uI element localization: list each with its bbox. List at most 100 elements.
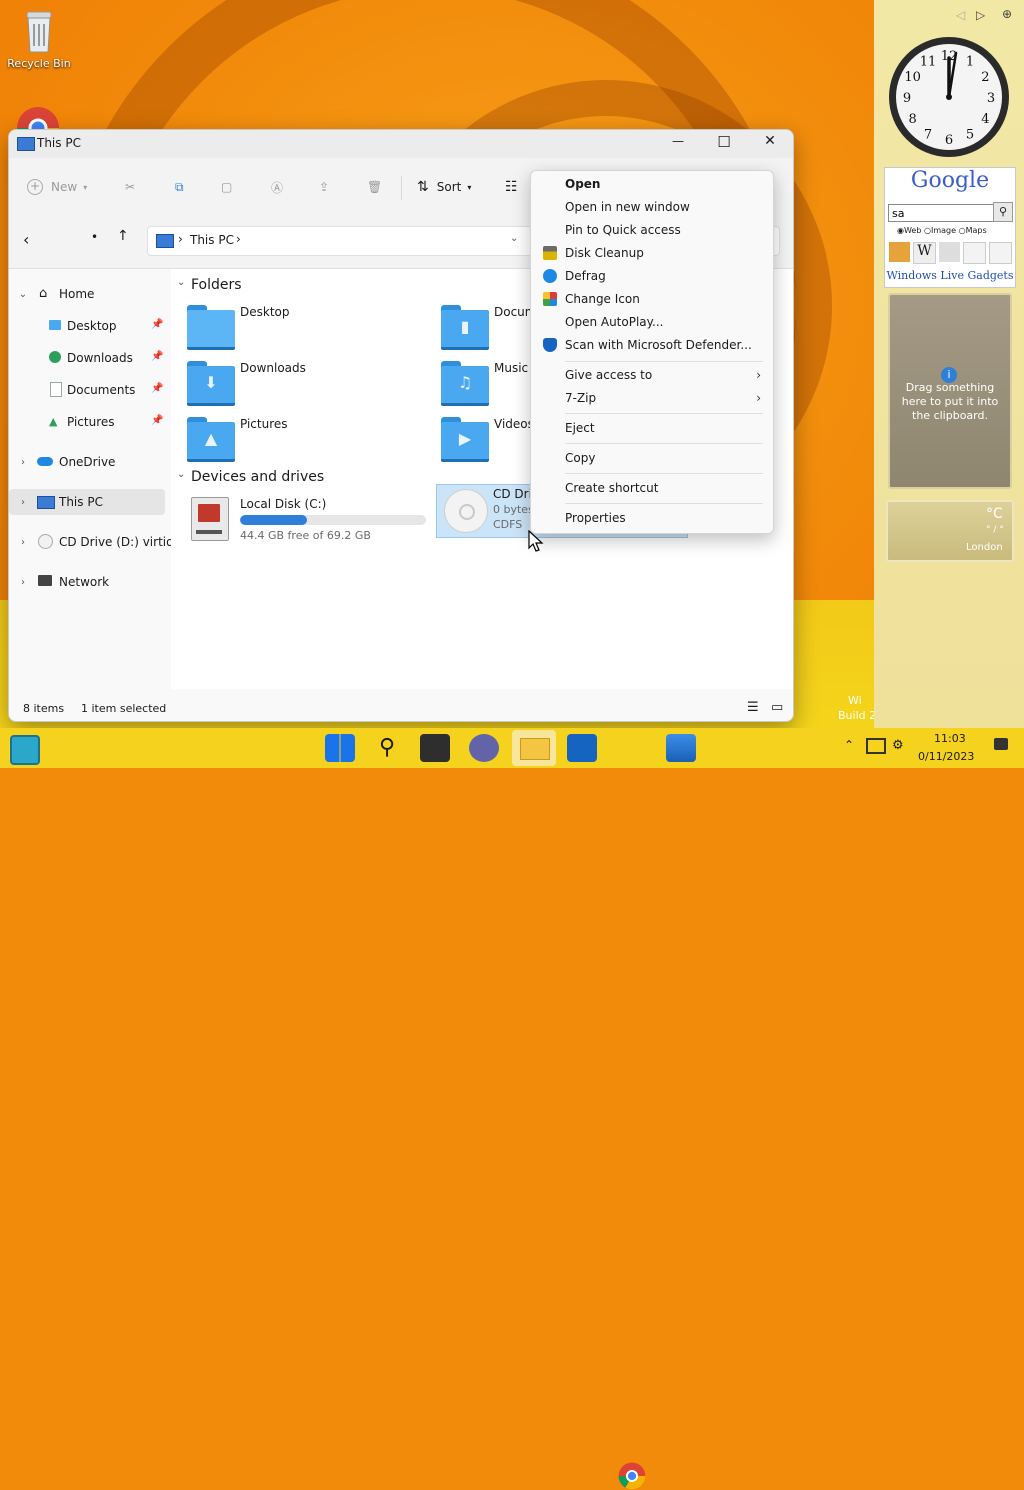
tiles-view-icon[interactable]: ▭: [771, 700, 783, 715]
menu-item-eject[interactable]: Eject: [535, 417, 769, 439]
clock-time[interactable]: 11:03: [934, 732, 966, 745]
nav-item-network[interactable]: › Network: [9, 569, 165, 595]
radio-image[interactable]: ○: [924, 226, 931, 235]
photos-icon[interactable]: [666, 734, 696, 762]
menu-item-copy[interactable]: Copy: [535, 447, 769, 469]
maximize-button[interactable]: ☐: [713, 133, 735, 151]
start-widget-icon[interactable]: [10, 735, 40, 765]
teams-chat-icon[interactable]: [469, 734, 499, 762]
menu-item-open[interactable]: Open: [535, 173, 769, 195]
amazon-icon[interactable]: [963, 242, 986, 264]
task-view-icon[interactable]: [420, 734, 450, 762]
menu-label: Scan with Microsoft Defender...: [565, 338, 752, 352]
nav-item-onedrive[interactable]: › OneDrive: [9, 449, 165, 475]
menu-item-defrag[interactable]: Defrag: [535, 265, 769, 287]
pin-icon[interactable]: 📌: [151, 319, 163, 330]
close-button[interactable]: ✕: [759, 133, 781, 149]
menu-item-7zip[interactable]: 7-Zip ›: [535, 387, 769, 409]
chrome-taskbar-icon[interactable]: [618, 1462, 646, 1490]
forward-dot-icon[interactable]: •: [91, 230, 98, 244]
address-bar[interactable]: › This PC › ⌄: [147, 226, 533, 256]
details-view-icon[interactable]: ☰: [747, 700, 759, 715]
sort-button[interactable]: ⇅ Sort ▾: [417, 158, 471, 216]
new-button[interactable]: + New ▾: [27, 158, 87, 216]
google-search-input[interactable]: [888, 204, 994, 222]
rename-icon[interactable]: Ⓐ: [271, 158, 283, 216]
search-icon[interactable]: ⚲: [372, 734, 402, 762]
menu-item-properties[interactable]: Properties: [535, 507, 769, 529]
windows-start-icon[interactable]: [325, 734, 355, 762]
pin-icon[interactable]: 📌: [151, 415, 163, 426]
new-label: New: [51, 180, 78, 194]
menu-item-create-shortcut[interactable]: Create shortcut: [535, 477, 769, 499]
copy-icon[interactable]: ⧉: [175, 158, 184, 216]
menu-item-change-icon[interactable]: Change Icon: [535, 288, 769, 310]
wikipedia-icon[interactable]: W: [913, 242, 936, 264]
cd-disc-icon: [444, 489, 488, 533]
share-icon[interactable]: ⇪: [319, 158, 329, 216]
search-icon[interactable]: ⚲: [993, 202, 1013, 222]
paste-icon[interactable]: ▢: [221, 158, 232, 216]
notifications-icon[interactable]: [994, 738, 1008, 750]
youtube-icon[interactable]: [939, 242, 960, 262]
folder-tile-desktop[interactable]: Desktop: [185, 303, 425, 353]
prev-page-icon[interactable]: ◁: [956, 8, 965, 22]
clock-numeral: 2: [981, 70, 989, 85]
radio-web[interactable]: ◉: [897, 226, 904, 235]
folder-tile-downloads[interactable]: ⬇ Downloads: [185, 359, 425, 409]
cut-icon[interactable]: ✂: [125, 158, 135, 216]
nav-label: Desktop: [67, 319, 117, 333]
settings-gear-icon[interactable]: ⚙: [892, 738, 904, 753]
menu-item-open-autoplay[interactable]: Open AutoPlay...: [535, 311, 769, 333]
view-icon[interactable]: ☷: [505, 158, 518, 216]
nav-label: OneDrive: [59, 455, 116, 469]
chevron-up-icon[interactable]: ⌃: [844, 738, 854, 752]
network-status-icon[interactable]: [866, 738, 886, 754]
menu-item-scan-defender[interactable]: Scan with Microsoft Defender...: [535, 334, 769, 356]
radio-maps[interactable]: ○: [959, 226, 966, 235]
recycle-bin-desktop-icon[interactable]: Recycle Bin: [4, 8, 74, 70]
menu-item-open-new-window[interactable]: Open in new window: [535, 196, 769, 218]
nav-item-documents[interactable]: Documents 📌: [9, 377, 165, 403]
this-pc-icon: [37, 496, 55, 509]
clock-date[interactable]: 0/11/2023: [918, 750, 974, 763]
file-explorer-taskbar-button[interactable]: [512, 730, 556, 766]
pin-icon[interactable]: 📌: [151, 351, 163, 362]
up-arrow-icon[interactable]: ↑: [117, 228, 129, 244]
folder-tile-music[interactable]: ♫ Music: [439, 359, 539, 409]
windows-live-gadgets-link[interactable]: Windows Live Gadgets: [885, 269, 1015, 282]
nav-item-cd-drive[interactable]: › CD Drive (D:) virtio-v: [9, 529, 185, 555]
menu-item-pin-quick-access[interactable]: Pin to Quick access: [535, 219, 769, 241]
add-gadget-icon[interactable]: ⊕: [1002, 7, 1012, 21]
minimize-button[interactable]: —: [669, 134, 687, 148]
chevron-down-icon[interactable]: ⌄: [177, 277, 185, 288]
window-titlebar[interactable]: This PC — ☐ ✕: [9, 130, 793, 158]
drive-tile-local-disk[interactable]: Local Disk (C:) 44.4 GB free of 69.2 GB: [185, 493, 435, 547]
nav-item-desktop[interactable]: Desktop 📌: [9, 313, 165, 339]
menu-item-give-access[interactable]: Give access to ›: [535, 364, 769, 386]
clipboard-gadget[interactable]: i Drag something here to put it into the…: [888, 293, 1012, 489]
breadcrumb-this-pc[interactable]: This PC: [190, 233, 234, 247]
ebay-icon[interactable]: [989, 242, 1012, 264]
menu-item-disk-cleanup[interactable]: Disk Cleanup: [535, 242, 769, 264]
folder-tile-documents[interactable]: ▮ Docum: [439, 303, 539, 353]
weather-gadget[interactable]: °C ° / ° London: [886, 500, 1014, 562]
pin-icon[interactable]: 📌: [151, 383, 163, 394]
microsoft-store-icon[interactable]: [567, 734, 597, 762]
clock-gadget[interactable]: 12 1 2 3 4 5 6 7 8 9 10 11: [886, 34, 1012, 160]
folder-tile-videos[interactable]: ▶ Videos: [439, 415, 539, 465]
nav-item-pictures[interactable]: ▲ Pictures 📌: [9, 409, 165, 435]
google-shortcut-icon[interactable]: [889, 242, 910, 262]
address-dropdown-icon[interactable]: ⌄: [510, 233, 518, 244]
nav-item-home[interactable]: ⌄ ⌂ Home: [9, 281, 165, 307]
nav-item-this-pc[interactable]: › This PC: [9, 489, 165, 515]
chevron-down-icon[interactable]: ⌄: [177, 469, 185, 480]
clock-numeral: 1: [966, 55, 974, 70]
back-arrow-icon[interactable]: ‹: [23, 230, 29, 249]
next-page-icon[interactable]: ▷: [976, 8, 985, 22]
breadcrumb-chevron[interactable]: ›: [236, 232, 241, 246]
nav-item-downloads[interactable]: Downloads 📌: [9, 345, 165, 371]
delete-icon[interactable]: 🗑: [367, 158, 382, 216]
folder-tile-pictures[interactable]: ▲ Pictures: [185, 415, 425, 465]
this-pc-icon: [156, 234, 174, 248]
